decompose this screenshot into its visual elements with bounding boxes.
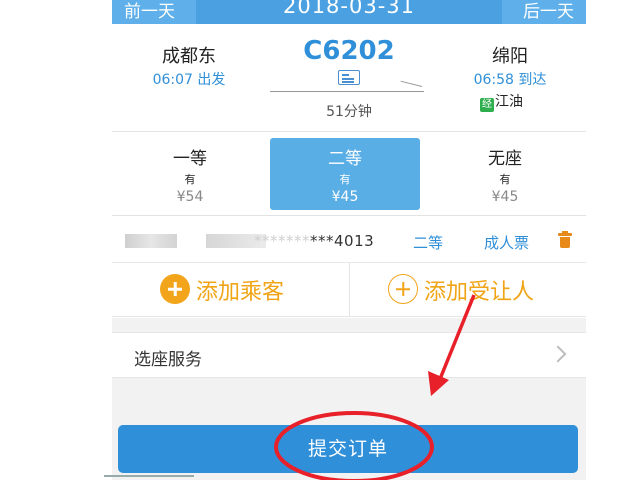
seat-availability: 有 — [184, 173, 196, 186]
arrival-station: 绵阳 — [492, 46, 528, 67]
bottom-rule — [104, 475, 194, 477]
seat-name: 一等 — [173, 149, 207, 169]
seat-class-selector: 一等 有 ¥54 二等 有 ¥45 无座 有 ¥45 — [112, 132, 586, 216]
seat-selection-service-row[interactable]: 选座服务 — [112, 332, 586, 378]
id-masked-part: ******* — [254, 232, 310, 250]
add-beneficiary-label: 添加受让人 — [424, 280, 535, 305]
passenger-seat-class[interactable]: 二等 — [413, 232, 443, 253]
submit-order-button[interactable]: 提交订单 — [118, 425, 578, 473]
add-passenger-button[interactable]: 添加乘客 — [160, 274, 284, 306]
passenger-name-redacted — [125, 234, 177, 248]
seat-name: 无座 — [488, 149, 522, 169]
chevron-right-icon — [549, 345, 567, 363]
add-passenger-row: 添加乘客 添加受让人 — [112, 263, 586, 317]
passenger-row[interactable]: **********4013 二等 成人票 — [112, 217, 586, 263]
add-circle-icon — [160, 274, 190, 304]
seat-option-first-class[interactable]: 一等 有 ¥54 — [115, 138, 265, 210]
seat-option-no-seat[interactable]: 无座 有 ¥45 — [430, 138, 580, 210]
arrow-icon — [270, 91, 424, 92]
train-info: 成都东 06:07 出发 C6202 51分钟 绵阳 06:58 到达 经江油 — [112, 24, 586, 132]
via-station-name: 江油 — [495, 94, 523, 110]
add-passenger-label: 添加乘客 — [196, 280, 285, 305]
arrival-time: 06:58 到达 — [473, 72, 547, 88]
order-page: 前一天 2018-03-31 后一天 成都东 06:07 出发 C6202 51… — [112, 0, 586, 480]
seat-name: 二等 — [328, 149, 362, 169]
document-icon[interactable] — [338, 70, 360, 85]
section-gap — [112, 318, 586, 332]
divider — [349, 263, 350, 317]
seat-option-second-class[interactable]: 二等 有 ¥45 — [270, 138, 420, 210]
arrow-head-icon — [400, 80, 423, 87]
via-badge-icon: 经 — [480, 98, 494, 112]
seat-selection-service-label: 选座服务 — [134, 350, 202, 370]
current-date[interactable]: 2018-03-31 — [196, 0, 502, 18]
prev-day-button[interactable]: 前一天 — [112, 0, 196, 24]
date-bar: 前一天 2018-03-31 后一天 — [112, 0, 586, 24]
passenger-id-number: **********4013 — [254, 232, 374, 250]
trip-duration: 51分钟 — [326, 104, 372, 120]
add-outline-icon — [388, 274, 418, 304]
id-tail: ***4013 — [310, 232, 375, 250]
seat-price: ¥54 — [176, 189, 204, 205]
seat-availability: 有 — [499, 173, 511, 186]
seat-price: ¥45 — [331, 189, 359, 205]
add-beneficiary-button[interactable]: 添加受让人 — [388, 274, 534, 306]
trash-icon[interactable] — [558, 231, 572, 249]
departure-station: 成都东 — [162, 46, 216, 67]
next-day-button[interactable]: 后一天 — [502, 0, 586, 24]
seat-availability: 有 — [339, 173, 351, 186]
train-number[interactable]: C6202 — [286, 36, 412, 66]
passenger-ticket-type[interactable]: 成人票 — [484, 232, 529, 253]
via-station: 经江油 — [480, 91, 523, 112]
screenshot-stage: 前一天 2018-03-31 后一天 成都东 06:07 出发 C6202 51… — [0, 0, 640, 480]
departure-time: 06:07 出发 — [152, 72, 226, 88]
seat-price: ¥45 — [491, 189, 519, 205]
